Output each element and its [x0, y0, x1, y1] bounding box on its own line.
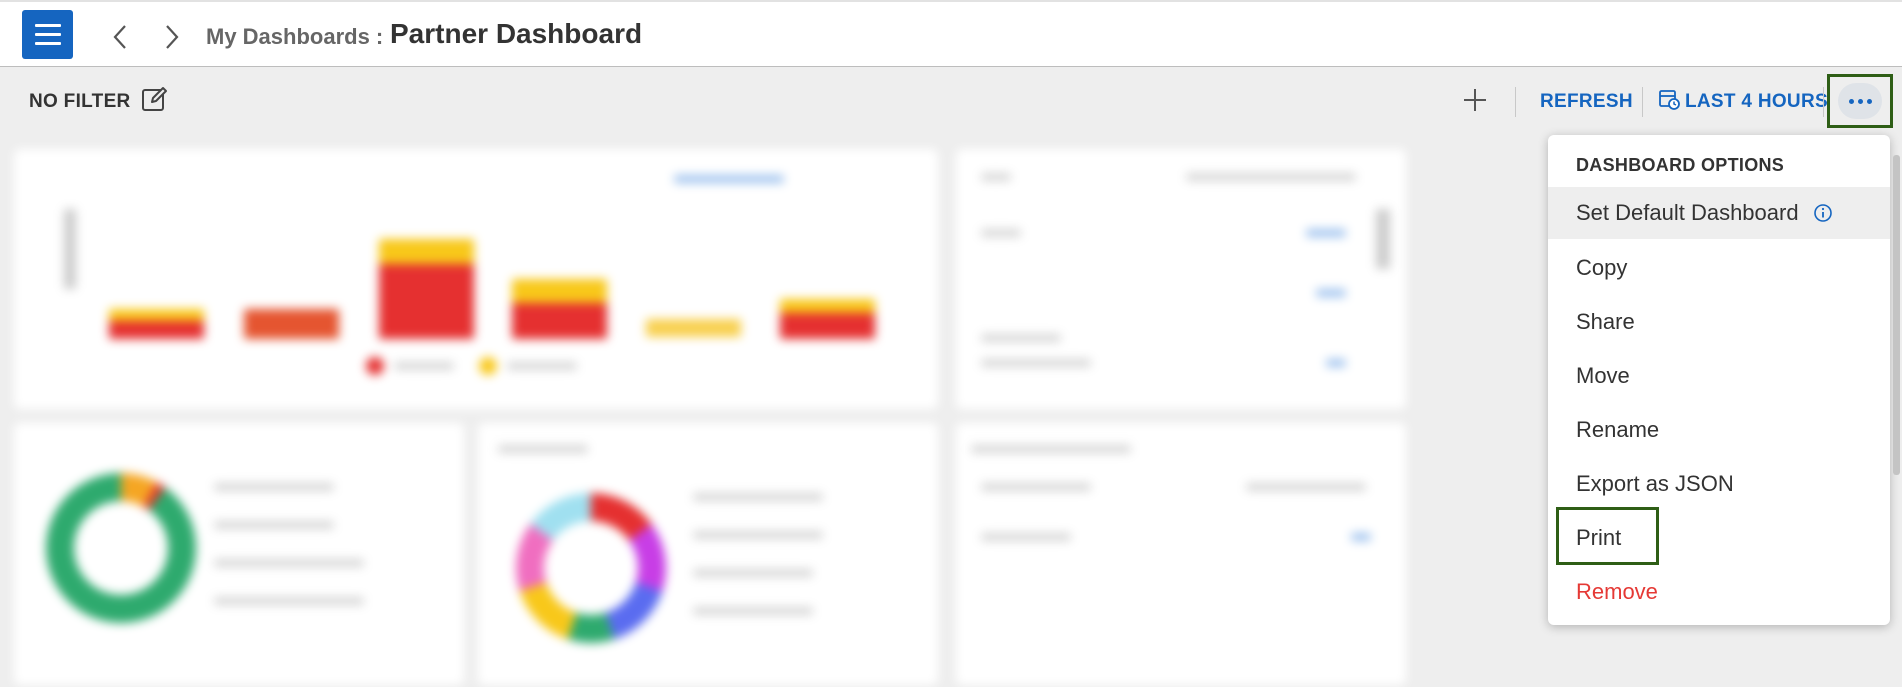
info-icon[interactable] — [1813, 203, 1833, 223]
more-options-button[interactable] — [1827, 74, 1893, 128]
calendar-clock-icon[interactable] — [1658, 88, 1680, 110]
menu-item-export-json[interactable]: Export as JSON — [1548, 458, 1890, 510]
breadcrumb[interactable]: My Dashboards : — [206, 24, 383, 50]
menu-item-move[interactable]: Move — [1548, 350, 1890, 402]
refresh-button[interactable]: REFRESH — [1540, 91, 1633, 113]
widget-card — [956, 149, 1406, 409]
dashboard-toolbar: NO FILTER REFRESH LAST 4 HOURS — [0, 67, 1902, 135]
widget-card — [956, 423, 1406, 685]
filter-label: NO FILTER — [29, 91, 131, 112]
dashboard-widgets-background — [0, 135, 1450, 687]
menu-item-label: Copy — [1576, 255, 1628, 280]
top-bar: My Dashboards : Partner Dashboard — [0, 0, 1902, 67]
chevron-right-icon — [166, 25, 179, 49]
menu-item-label: Remove — [1576, 579, 1658, 604]
time-range-button[interactable]: LAST 4 HOURS — [1685, 91, 1828, 113]
menu-item-share[interactable]: Share — [1548, 296, 1890, 348]
menu-item-copy[interactable]: Copy — [1548, 242, 1890, 294]
page-scrollbar[interactable] — [1893, 155, 1900, 475]
menu-item-label: Export as JSON — [1576, 471, 1734, 496]
menu-item-label: Rename — [1576, 417, 1660, 442]
toolbar-divider — [1642, 87, 1643, 117]
widget-card — [14, 149, 938, 409]
menu-item-label: Print — [1576, 525, 1622, 550]
hamburger-menu-button[interactable] — [22, 10, 73, 59]
menu-item-label: Set Default Dashboard — [1576, 200, 1799, 225]
dashboard-options-menu: DASHBOARD OPTIONS Set Default Dashboard … — [1548, 135, 1890, 625]
widget-card — [14, 423, 464, 685]
page-title: Partner Dashboard — [390, 18, 643, 49]
menu-item-print[interactable]: Print — [1548, 512, 1890, 564]
widget-card — [478, 423, 938, 685]
hamburger-menu-icon — [34, 24, 61, 27]
more-horizontal-icon — [1838, 83, 1882, 119]
menu-item-set-default-dashboard[interactable]: Set Default Dashboard — [1548, 187, 1890, 239]
chevron-left-icon — [113, 25, 126, 49]
menu-item-label: Share — [1576, 309, 1635, 334]
menu-item-label: Move — [1576, 363, 1630, 388]
back-button[interactable] — [108, 22, 132, 52]
toolbar-divider — [1823, 87, 1824, 117]
plus-icon[interactable] — [1460, 85, 1490, 115]
menu-item-rename[interactable]: Rename — [1548, 404, 1890, 456]
menu-item-remove[interactable]: Remove — [1548, 566, 1890, 618]
toolbar-divider — [1515, 87, 1516, 117]
menu-header: DASHBOARD OPTIONS — [1576, 155, 1785, 175]
forward-button[interactable] — [160, 22, 184, 52]
edit-icon[interactable] — [140, 85, 168, 113]
